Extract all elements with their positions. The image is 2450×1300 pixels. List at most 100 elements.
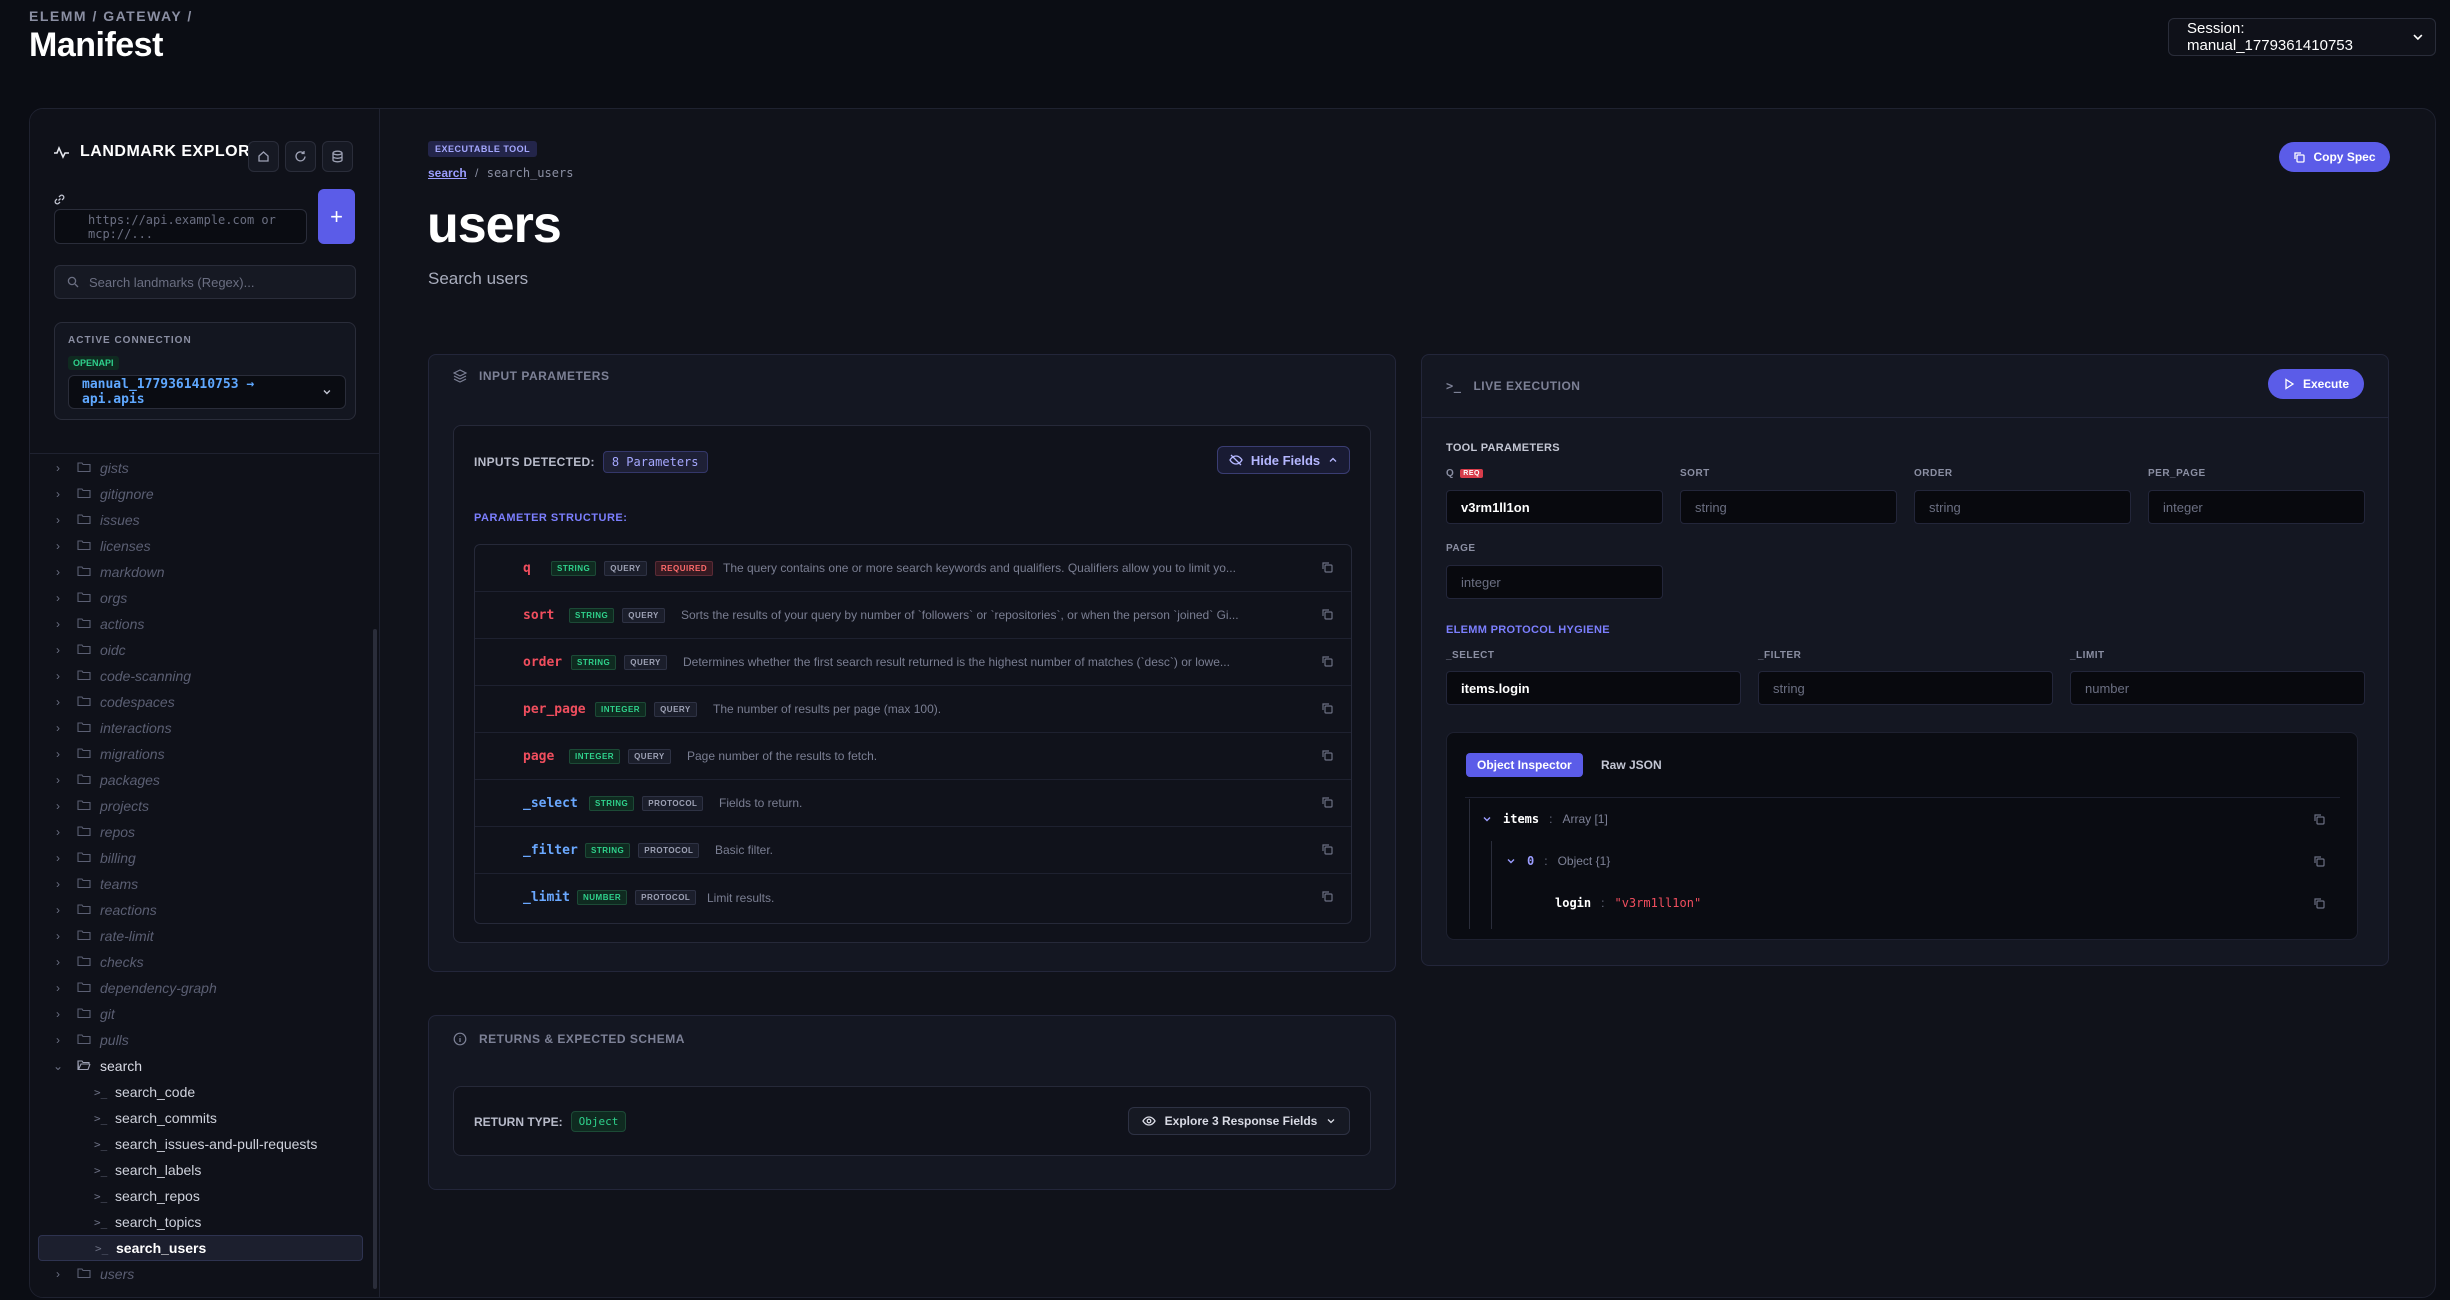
sort-input[interactable]: string (1680, 490, 1897, 524)
copy-icon[interactable] (1321, 561, 1333, 573)
select-input[interactable]: items.login (1446, 671, 1741, 705)
tree-folder[interactable]: ⌄ search (30, 1053, 356, 1079)
tree-endpoint[interactable]: >_ search_commits (30, 1105, 356, 1131)
parameter-name: per_page (523, 701, 586, 717)
q-field-label: Q REQ (1446, 468, 1483, 479)
tree-endpoint[interactable]: >_ search_issues-and-pull-requests (30, 1131, 356, 1157)
tree-folder[interactable]: › reactions (30, 897, 356, 923)
parameter-row[interactable]: per_page INTEGER QUERY The number of result… (475, 686, 1351, 733)
tree-folder[interactable]: › pulls (30, 1027, 356, 1053)
session-select[interactable]: Session: manual_1779361410753 (2168, 18, 2436, 56)
refresh-button[interactable] (285, 141, 316, 172)
execute-button[interactable]: Execute (2268, 369, 2364, 399)
chevron-right-icon: › (56, 565, 60, 579)
url-input[interactable]: https://api.example.com or mcp://... (54, 209, 307, 244)
parameter-row[interactable]: _select STRING PROTOCOL Fields to return. (475, 780, 1351, 827)
copy-icon[interactable] (1321, 796, 1333, 808)
tree-endpoint[interactable]: >_ search_labels (30, 1157, 356, 1183)
add-connection-button[interactable]: + (318, 189, 355, 244)
tree-folder[interactable]: › code-scanning (30, 663, 356, 689)
tab-object-inspector[interactable]: Object Inspector (1466, 753, 1583, 777)
tree-folder[interactable]: › orgs (30, 585, 356, 611)
copy-icon[interactable] (2313, 897, 2325, 909)
tree-folder[interactable]: › checks (30, 949, 356, 975)
layers-icon (453, 369, 467, 383)
tree-folder[interactable]: › markdown (30, 559, 356, 585)
copy-spec-button[interactable]: Copy Spec (2279, 142, 2390, 172)
tree-folder[interactable]: › issues (30, 507, 356, 533)
input-parameters-header: INPUT PARAMETERS (453, 369, 609, 383)
copy-icon[interactable] (1321, 843, 1333, 855)
per-page-input[interactable]: integer (2148, 490, 2365, 524)
json-row-login[interactable]: login: "v3rm1ll1on" (1555, 883, 2341, 923)
explore-response-button[interactable]: Explore 3 Response Fields (1128, 1107, 1350, 1135)
info-icon (453, 1032, 467, 1046)
copy-icon[interactable] (2313, 855, 2325, 867)
location-tag: QUERY (654, 701, 697, 717)
sidebar-scrollbar[interactable] (373, 629, 377, 1289)
copy-icon[interactable] (1321, 702, 1333, 714)
tree-folder[interactable]: › rate-limit (30, 923, 356, 949)
tree-folder[interactable]: › teams (30, 871, 356, 897)
json-row-index[interactable]: 0: Object {1} (1505, 841, 2341, 881)
tree-folder[interactable]: › gitignore (30, 481, 356, 507)
active-connection: ACTIVE CONNECTION OPENAPI manual_1779361… (54, 322, 356, 420)
parameter-row[interactable]: sort STRING QUERY Sorts the results of your… (475, 592, 1351, 639)
tree-folder[interactable]: › projects (30, 793, 356, 819)
tree-folder[interactable]: › packages (30, 767, 356, 793)
tree-folder[interactable]: › billing (30, 845, 356, 871)
hide-fields-button[interactable]: Hide Fields (1217, 446, 1350, 474)
landmark-search-input[interactable]: Search landmarks (Regex)... (54, 265, 356, 299)
chevron-right-icon: › (56, 461, 60, 475)
tree-folder[interactable]: › git (30, 1001, 356, 1027)
breadcrumb-link-search[interactable]: search (428, 166, 467, 180)
parameter-row[interactable]: _limit NUMBER PROTOCOL Limit results. (475, 874, 1351, 921)
home-button[interactable] (248, 141, 279, 172)
tree-folder[interactable]: › actions (30, 611, 356, 637)
filter-input[interactable]: string (1758, 671, 2053, 705)
live-execution-panel: >_ LIVE EXECUTION Execute TOOL PARAMETER… (1421, 354, 2389, 966)
folder-icon (77, 592, 91, 603)
tree-folder-label: reactions (100, 902, 157, 918)
tree-endpoint-label: search_labels (115, 1162, 202, 1178)
terminal-icon: >_ (1446, 379, 1462, 393)
tree-folder[interactable]: › oidc (30, 637, 356, 663)
execute-label: Execute (2302, 377, 2350, 391)
copy-icon[interactable] (1321, 608, 1333, 620)
tree-folder[interactable]: › gists (30, 455, 356, 481)
copy-icon[interactable] (2313, 813, 2325, 825)
parameter-row[interactable]: order STRING QUERY Determines whether the f… (475, 639, 1351, 686)
parameter-row[interactable]: _filter STRING PROTOCOL Basic filter. (475, 827, 1351, 874)
location-tag: PROTOCOL (642, 795, 704, 811)
tree-folder[interactable]: › users (30, 1261, 356, 1287)
parameter-row[interactable]: q STRING QUERY REQUIRED The query contains o… (475, 545, 1351, 592)
order-input[interactable]: string (1914, 490, 2131, 524)
connection-select[interactable]: manual_1779361410753 → api.apis (68, 375, 346, 409)
tree-folder[interactable]: › interactions (30, 715, 356, 741)
top-bar: ELEMM / GATEWAY / Manifest Session: manu… (0, 0, 2450, 108)
return-type: RETURN TYPE: Object (474, 1111, 627, 1132)
tab-raw-json[interactable]: Raw JSON (1590, 753, 1673, 777)
parameter-tags: STRING QUERY (571, 654, 675, 670)
tree-endpoint[interactable]: >_ search_topics (30, 1209, 356, 1235)
folder-icon (77, 800, 91, 811)
q-input[interactable]: v3rm1ll1on (1446, 490, 1663, 524)
limit-input[interactable]: number (2070, 671, 2365, 705)
tree-folder[interactable]: › licenses (30, 533, 356, 559)
copy-icon[interactable] (1321, 890, 1333, 902)
parameter-row[interactable]: page INTEGER QUERY Page number of the resul… (475, 733, 1351, 780)
page-input[interactable]: integer (1446, 565, 1663, 599)
tree-endpoint[interactable]: >_ search_code (30, 1079, 356, 1105)
json-row-items[interactable]: items: Array [1] (1481, 799, 2341, 839)
folder-icon (77, 722, 91, 733)
tree-folder[interactable]: › repos (30, 819, 356, 845)
database-button[interactable] (322, 141, 353, 172)
copy-icon[interactable] (1321, 655, 1333, 667)
tree-endpoint-selected[interactable]: >_ search_users (38, 1235, 363, 1261)
tree-folder[interactable]: › migrations (30, 741, 356, 767)
parameter-name: sort (523, 607, 555, 623)
tree-folder[interactable]: › codespaces (30, 689, 356, 715)
tree-endpoint[interactable]: >_ search_repos (30, 1183, 356, 1209)
copy-icon[interactable] (1321, 749, 1333, 761)
tree-folder[interactable]: › dependency-graph (30, 975, 356, 1001)
